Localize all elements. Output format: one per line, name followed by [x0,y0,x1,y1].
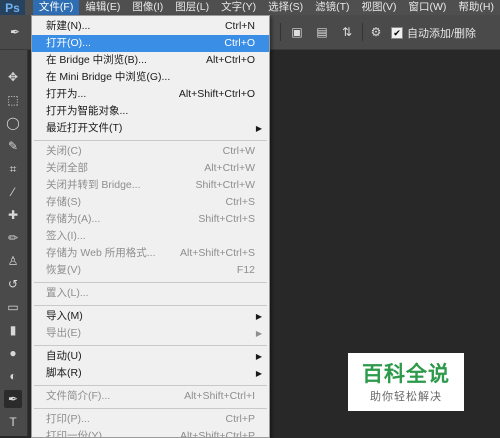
menu-item-save-for-web[interactable]: 存储为 Web 所用格式... Alt+Shift+Ctrl+S [32,245,269,262]
menu-item-browse-bridge[interactable]: 在 Bridge 中浏览(B)... Alt+Ctrl+O [32,52,269,69]
menu-item-file-info[interactable]: 文件简介(F)... Alt+Shift+Ctrl+I [32,388,269,405]
menu-edit[interactable]: 编辑(E) [79,0,126,15]
clone-stamp-tool-icon[interactable]: ♙ [4,252,22,270]
menu-window[interactable]: 窗口(W) [403,0,453,15]
menu-item-open[interactable]: 打开(O)... Ctrl+O [32,35,269,52]
menu-layer[interactable]: 图层(L) [169,0,215,15]
menu-item-browse-mini-bridge[interactable]: 在 Mini Bridge 中浏览(G)... [32,69,269,86]
menu-item-recent-files[interactable]: 最近打开文件(T) ▶ [32,120,269,137]
history-brush-tool-icon[interactable]: ↺ [4,275,22,293]
menu-item-open-as[interactable]: 打开为... Alt+Shift+Ctrl+O [32,86,269,103]
options-separator [362,23,363,41]
menu-help[interactable]: 帮助(H) [452,0,500,15]
pen-tool-icon[interactable]: ✒ [4,390,22,408]
menu-item-save[interactable]: 存储(S) Ctrl+S [32,194,269,211]
baike-watermark: 百科全说 助你轻松解决 [348,353,464,411]
menu-item-automate[interactable]: 自动(U) ▶ [32,348,269,365]
menu-item-check-in[interactable]: 签入(I)... [32,228,269,245]
tools-panel: ✥ ⬚ ◯ ✎ ⌗ ⁄ ✚ ✏ ♙ ↺ ▭ ▮ ● ◐ ✒ T [0,50,28,436]
lasso-tool-icon[interactable]: ◯ [4,114,22,132]
menu-item-export[interactable]: 导出(E) ▶ [32,325,269,342]
menu-item-print-one-copy[interactable]: 打印一份(Y) Alt+Shift+Ctrl+P [32,428,269,437]
menu-separator [34,305,267,306]
blur-tool-icon[interactable]: ● [4,344,22,362]
submenu-arrow-icon: ▶ [255,369,262,378]
menu-item-revert[interactable]: 恢复(V) F12 [32,262,269,279]
move-tool-icon[interactable]: ✥ [4,68,22,86]
menu-view[interactable]: 视图(V) [356,0,403,15]
menu-select[interactable]: 选择(S) [262,0,309,15]
menu-filter[interactable]: 滤镜(T) [309,0,355,15]
menu-item-import[interactable]: 导入(M) ▶ [32,308,269,325]
brush-tool-icon[interactable]: ✏ [4,229,22,247]
menu-image[interactable]: 图像(I) [126,0,169,15]
menu-item-close[interactable]: 关闭(C) Ctrl+W [32,143,269,160]
options-separator [280,23,281,41]
type-tool-icon[interactable]: T [4,413,22,431]
submenu-arrow-icon: ▶ [255,329,262,338]
menu-separator [34,345,267,346]
crop-tool-icon[interactable]: ⌗ [4,160,22,178]
gradient-tool-icon[interactable]: ▮ [4,321,22,339]
menu-item-close-go-bridge[interactable]: 关闭并转到 Bridge... Shift+Ctrl+W [32,177,269,194]
submenu-arrow-icon: ▶ [255,312,262,321]
path-operations-icon[interactable]: ▣ [290,25,304,39]
path-arrangement-icon[interactable]: ⇅ [340,25,354,39]
menu-item-close-all[interactable]: 关闭全部 Alt+Ctrl+W [32,160,269,177]
dodge-tool-icon[interactable]: ◐ [4,367,22,385]
menu-item-save-as[interactable]: 存储为(A)... Shift+Ctrl+S [32,211,269,228]
menu-bar: Ps 文件(F) 编辑(E) 图像(I) 图层(L) 文字(Y) 选择(S) 滤… [0,0,500,15]
menu-separator [34,385,267,386]
auto-add-delete-label: 自动添加/删除 [407,28,477,40]
menu-separator [34,282,267,283]
gear-icon[interactable]: ⚙ [369,25,383,39]
menu-item-scripts[interactable]: 脚本(R) ▶ [32,365,269,382]
eraser-tool-icon[interactable]: ▭ [4,298,22,316]
menu-item-print[interactable]: 打印(P)... Ctrl+P [32,411,269,428]
menu-item-new[interactable]: 新建(N)... Ctrl+N [32,18,269,35]
menu-separator [34,140,267,141]
pen-tool-preset-icon[interactable]: ✒ [8,25,22,39]
photoshop-logo: Ps [0,0,25,15]
eyedropper-tool-icon[interactable]: ⁄ [4,183,22,201]
submenu-arrow-icon: ▶ [255,124,262,133]
watermark-subtitle: 助你轻松解决 [370,391,442,403]
checkbox-checked-icon[interactable]: ✔ [391,27,403,39]
healing-brush-tool-icon[interactable]: ✚ [4,206,22,224]
menu-item-place[interactable]: 置入(L)... [32,285,269,302]
menu-item-open-smart-object[interactable]: 打开为智能对象... [32,103,269,120]
menu-separator [34,408,267,409]
menu-file[interactable]: 文件(F) [32,0,80,15]
path-alignment-icon[interactable]: ▤ [315,25,329,39]
quick-select-tool-icon[interactable]: ✎ [4,137,22,155]
submenu-arrow-icon: ▶ [255,352,262,361]
menu-type[interactable]: 文字(Y) [215,0,262,15]
auto-add-delete-checkbox[interactable]: ✔ 自动添加/删除 [391,25,476,41]
marquee-tool-icon[interactable]: ⬚ [4,91,22,109]
watermark-title: 百科全说 [362,363,450,386]
file-menu-dropdown: 新建(N)... Ctrl+N 打开(O)... Ctrl+O 在 Bridge… [31,15,270,438]
